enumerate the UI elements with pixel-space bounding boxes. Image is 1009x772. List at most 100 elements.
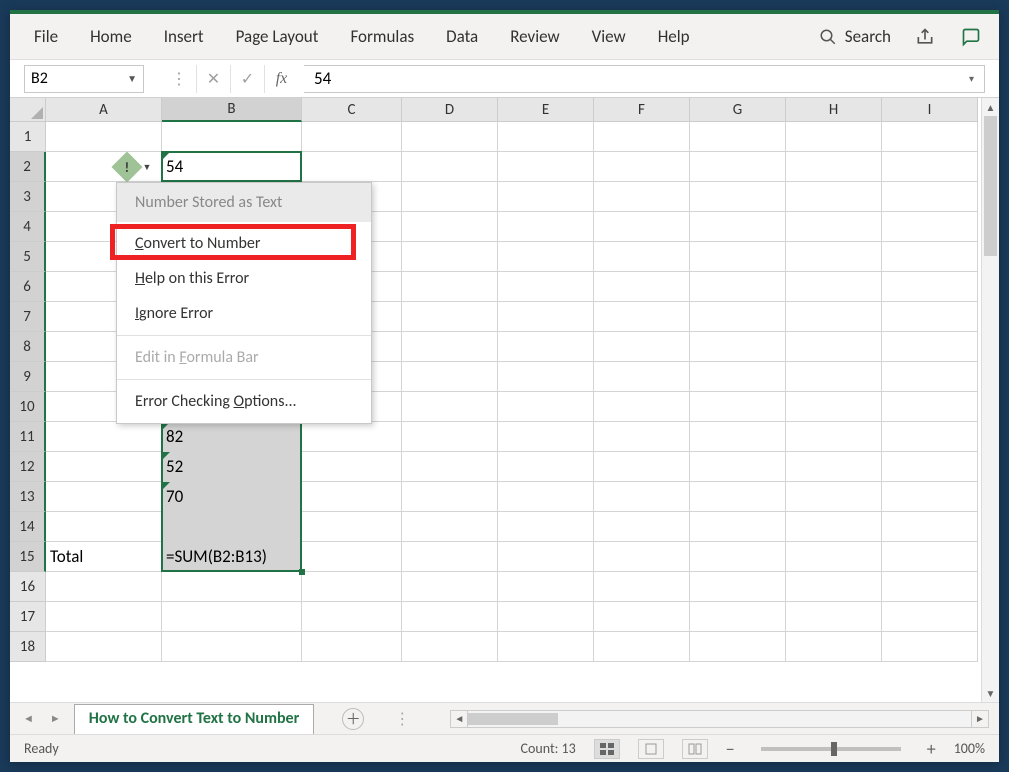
fill-handle[interactable] bbox=[299, 569, 305, 575]
cell-A14[interactable] bbox=[46, 512, 162, 542]
cell-E11[interactable] bbox=[498, 422, 594, 452]
row-header-3[interactable]: 3 bbox=[10, 182, 46, 212]
cell-H10[interactable] bbox=[786, 392, 882, 422]
cell-A13[interactable] bbox=[46, 482, 162, 512]
col-header-I[interactable]: I bbox=[882, 98, 978, 122]
row-header-11[interactable]: 11 bbox=[10, 422, 46, 452]
cell-F3[interactable] bbox=[594, 182, 690, 212]
fbar-handle[interactable]: ⋮ bbox=[162, 65, 196, 93]
view-page-layout-button[interactable] bbox=[638, 739, 664, 759]
cell-B14[interactable] bbox=[162, 512, 302, 542]
scroll-thumb[interactable] bbox=[984, 116, 997, 256]
cell-E10[interactable] bbox=[498, 392, 594, 422]
menu-page-layout[interactable]: Page Layout bbox=[222, 16, 333, 57]
view-page-break-button[interactable] bbox=[682, 739, 708, 759]
cell-G6[interactable] bbox=[690, 272, 786, 302]
cell-D14[interactable] bbox=[402, 512, 498, 542]
cell-D10[interactable] bbox=[402, 392, 498, 422]
cell-F18[interactable] bbox=[594, 632, 690, 662]
cell-G11[interactable] bbox=[690, 422, 786, 452]
formula-expand-icon[interactable]: ▾ bbox=[969, 72, 974, 85]
cell-I16[interactable] bbox=[882, 572, 978, 602]
scroll-up-icon[interactable]: ▲ bbox=[982, 98, 999, 116]
menu-home[interactable]: Home bbox=[76, 16, 146, 57]
cell-G15[interactable] bbox=[690, 542, 786, 572]
cell-A1[interactable] bbox=[46, 122, 162, 152]
menu-help[interactable]: Help bbox=[644, 16, 704, 57]
cell-C12[interactable] bbox=[302, 452, 402, 482]
cell-H17[interactable] bbox=[786, 602, 882, 632]
menu-insert[interactable]: Insert bbox=[150, 16, 218, 57]
cell-E13[interactable] bbox=[498, 482, 594, 512]
cell-H15[interactable] bbox=[786, 542, 882, 572]
row-header-13[interactable]: 13 bbox=[10, 482, 46, 512]
menu-file[interactable]: File bbox=[20, 16, 72, 57]
cell-H1[interactable] bbox=[786, 122, 882, 152]
col-header-H[interactable]: H bbox=[786, 98, 882, 122]
cell-F13[interactable] bbox=[594, 482, 690, 512]
cell-I2[interactable] bbox=[882, 152, 978, 182]
cell-G16[interactable] bbox=[690, 572, 786, 602]
cell-H18[interactable] bbox=[786, 632, 882, 662]
zoom-slider[interactable] bbox=[761, 747, 901, 751]
select-all-corner[interactable] bbox=[10, 98, 46, 122]
cell-F8[interactable] bbox=[594, 332, 690, 362]
row-header-10[interactable]: 10 bbox=[10, 392, 46, 422]
cell-A17[interactable] bbox=[46, 602, 162, 632]
smart-tag-dropdown-icon[interactable]: ▼ bbox=[141, 162, 153, 173]
cell-G2[interactable] bbox=[690, 152, 786, 182]
cell-I5[interactable] bbox=[882, 242, 978, 272]
cell-B2[interactable]: 54 bbox=[162, 152, 302, 182]
cell-D6[interactable] bbox=[402, 272, 498, 302]
cell-I7[interactable] bbox=[882, 302, 978, 332]
cell-C13[interactable] bbox=[302, 482, 402, 512]
row-header-18[interactable]: 18 bbox=[10, 632, 46, 662]
zoom-in-button[interactable]: + bbox=[927, 738, 936, 760]
cell-B18[interactable] bbox=[162, 632, 302, 662]
cell-G7[interactable] bbox=[690, 302, 786, 332]
cell-I14[interactable] bbox=[882, 512, 978, 542]
cell-H2[interactable] bbox=[786, 152, 882, 182]
cell-B1[interactable] bbox=[162, 122, 302, 152]
tab-next-icon[interactable]: ► bbox=[47, 712, 64, 725]
cell-D3[interactable] bbox=[402, 182, 498, 212]
cell-E17[interactable] bbox=[498, 602, 594, 632]
cell-E15[interactable] bbox=[498, 542, 594, 572]
cell-A11[interactable] bbox=[46, 422, 162, 452]
vertical-scrollbar[interactable]: ▲ ▼ bbox=[981, 98, 999, 702]
cell-H9[interactable] bbox=[786, 362, 882, 392]
cell-I11[interactable] bbox=[882, 422, 978, 452]
menu-data[interactable]: Data bbox=[432, 16, 492, 57]
cell-G14[interactable] bbox=[690, 512, 786, 542]
row-header-4[interactable]: 4 bbox=[10, 212, 46, 242]
cell-D5[interactable] bbox=[402, 242, 498, 272]
menu-formulas[interactable]: Formulas bbox=[336, 16, 428, 57]
cell-H3[interactable] bbox=[786, 182, 882, 212]
cell-F7[interactable] bbox=[594, 302, 690, 332]
namebox-dropdown-icon[interactable]: ▼ bbox=[127, 72, 137, 85]
cell-I3[interactable] bbox=[882, 182, 978, 212]
cell-F12[interactable] bbox=[594, 452, 690, 482]
view-normal-button[interactable] bbox=[594, 739, 620, 759]
cell-H11[interactable] bbox=[786, 422, 882, 452]
cell-D8[interactable] bbox=[402, 332, 498, 362]
row-header-8[interactable]: 8 bbox=[10, 332, 46, 362]
cell-H8[interactable] bbox=[786, 332, 882, 362]
cell-H14[interactable] bbox=[786, 512, 882, 542]
formula-input[interactable]: 54 ▾ bbox=[304, 65, 985, 93]
cell-D17[interactable] bbox=[402, 602, 498, 632]
menu-item-error-checking-options[interactable]: Error Checking Options... bbox=[117, 384, 371, 419]
row-header-15[interactable]: 15 bbox=[10, 542, 46, 572]
row-header-6[interactable]: 6 bbox=[10, 272, 46, 302]
search-box[interactable]: Search bbox=[813, 22, 897, 51]
cell-D15[interactable] bbox=[402, 542, 498, 572]
cell-C14[interactable] bbox=[302, 512, 402, 542]
col-header-G[interactable]: G bbox=[690, 98, 786, 122]
cell-B17[interactable] bbox=[162, 602, 302, 632]
hscroll-left-icon[interactable]: ◄ bbox=[450, 710, 468, 728]
cell-I8[interactable] bbox=[882, 332, 978, 362]
cell-E8[interactable] bbox=[498, 332, 594, 362]
cell-F11[interactable] bbox=[594, 422, 690, 452]
cell-B16[interactable] bbox=[162, 572, 302, 602]
cell-D13[interactable] bbox=[402, 482, 498, 512]
